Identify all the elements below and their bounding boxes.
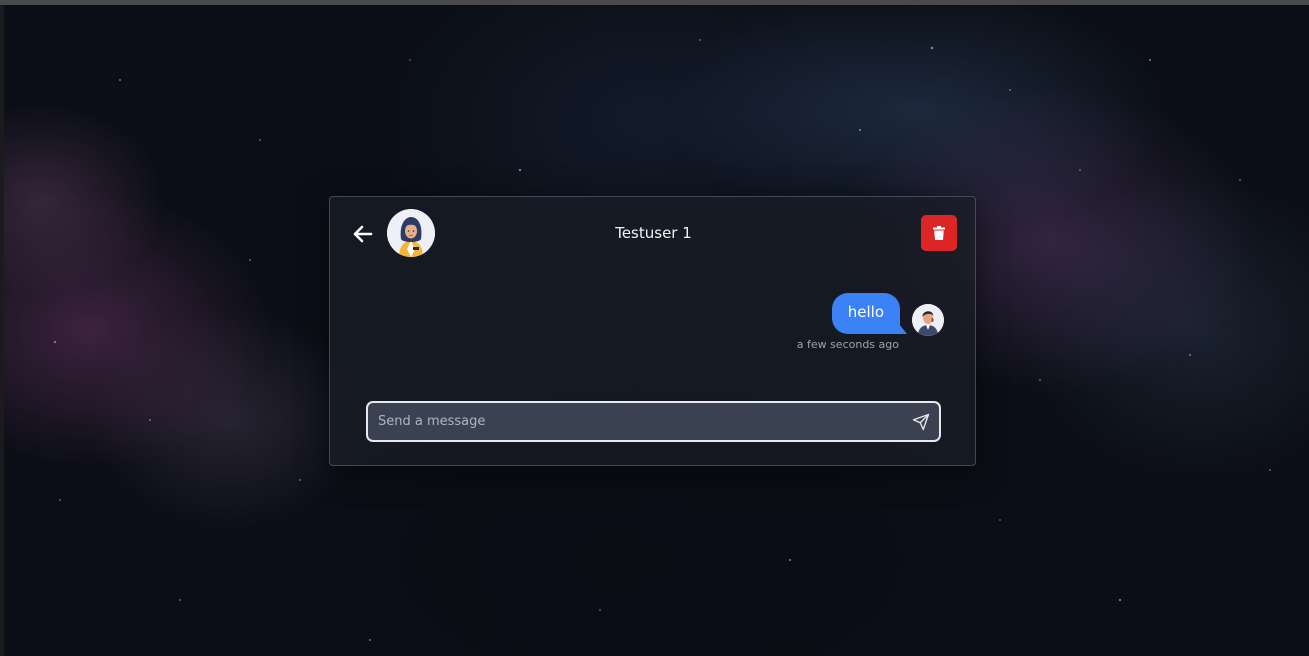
trash-icon [933,226,945,240]
chat-title: Testuser 1 [615,224,692,242]
message-item: hello [831,293,944,336]
bubble-tail [899,324,907,334]
message-input[interactable] [368,403,903,440]
message-bubble[interactable]: hello [831,293,907,334]
window-left-border [0,5,4,656]
message-timestamp: a few seconds ago [796,338,899,351]
send-button[interactable] [903,403,939,440]
message-composer [366,401,941,442]
delete-chat-button[interactable] [921,215,957,251]
chat-window: Testuser 1 hello a few seconds ago [329,196,976,466]
sender-avatar[interactable] [912,304,944,336]
window-top-border [0,0,1309,5]
send-icon [912,413,930,430]
avatar-man-icon [912,304,944,336]
message-text: hello [847,303,884,321]
